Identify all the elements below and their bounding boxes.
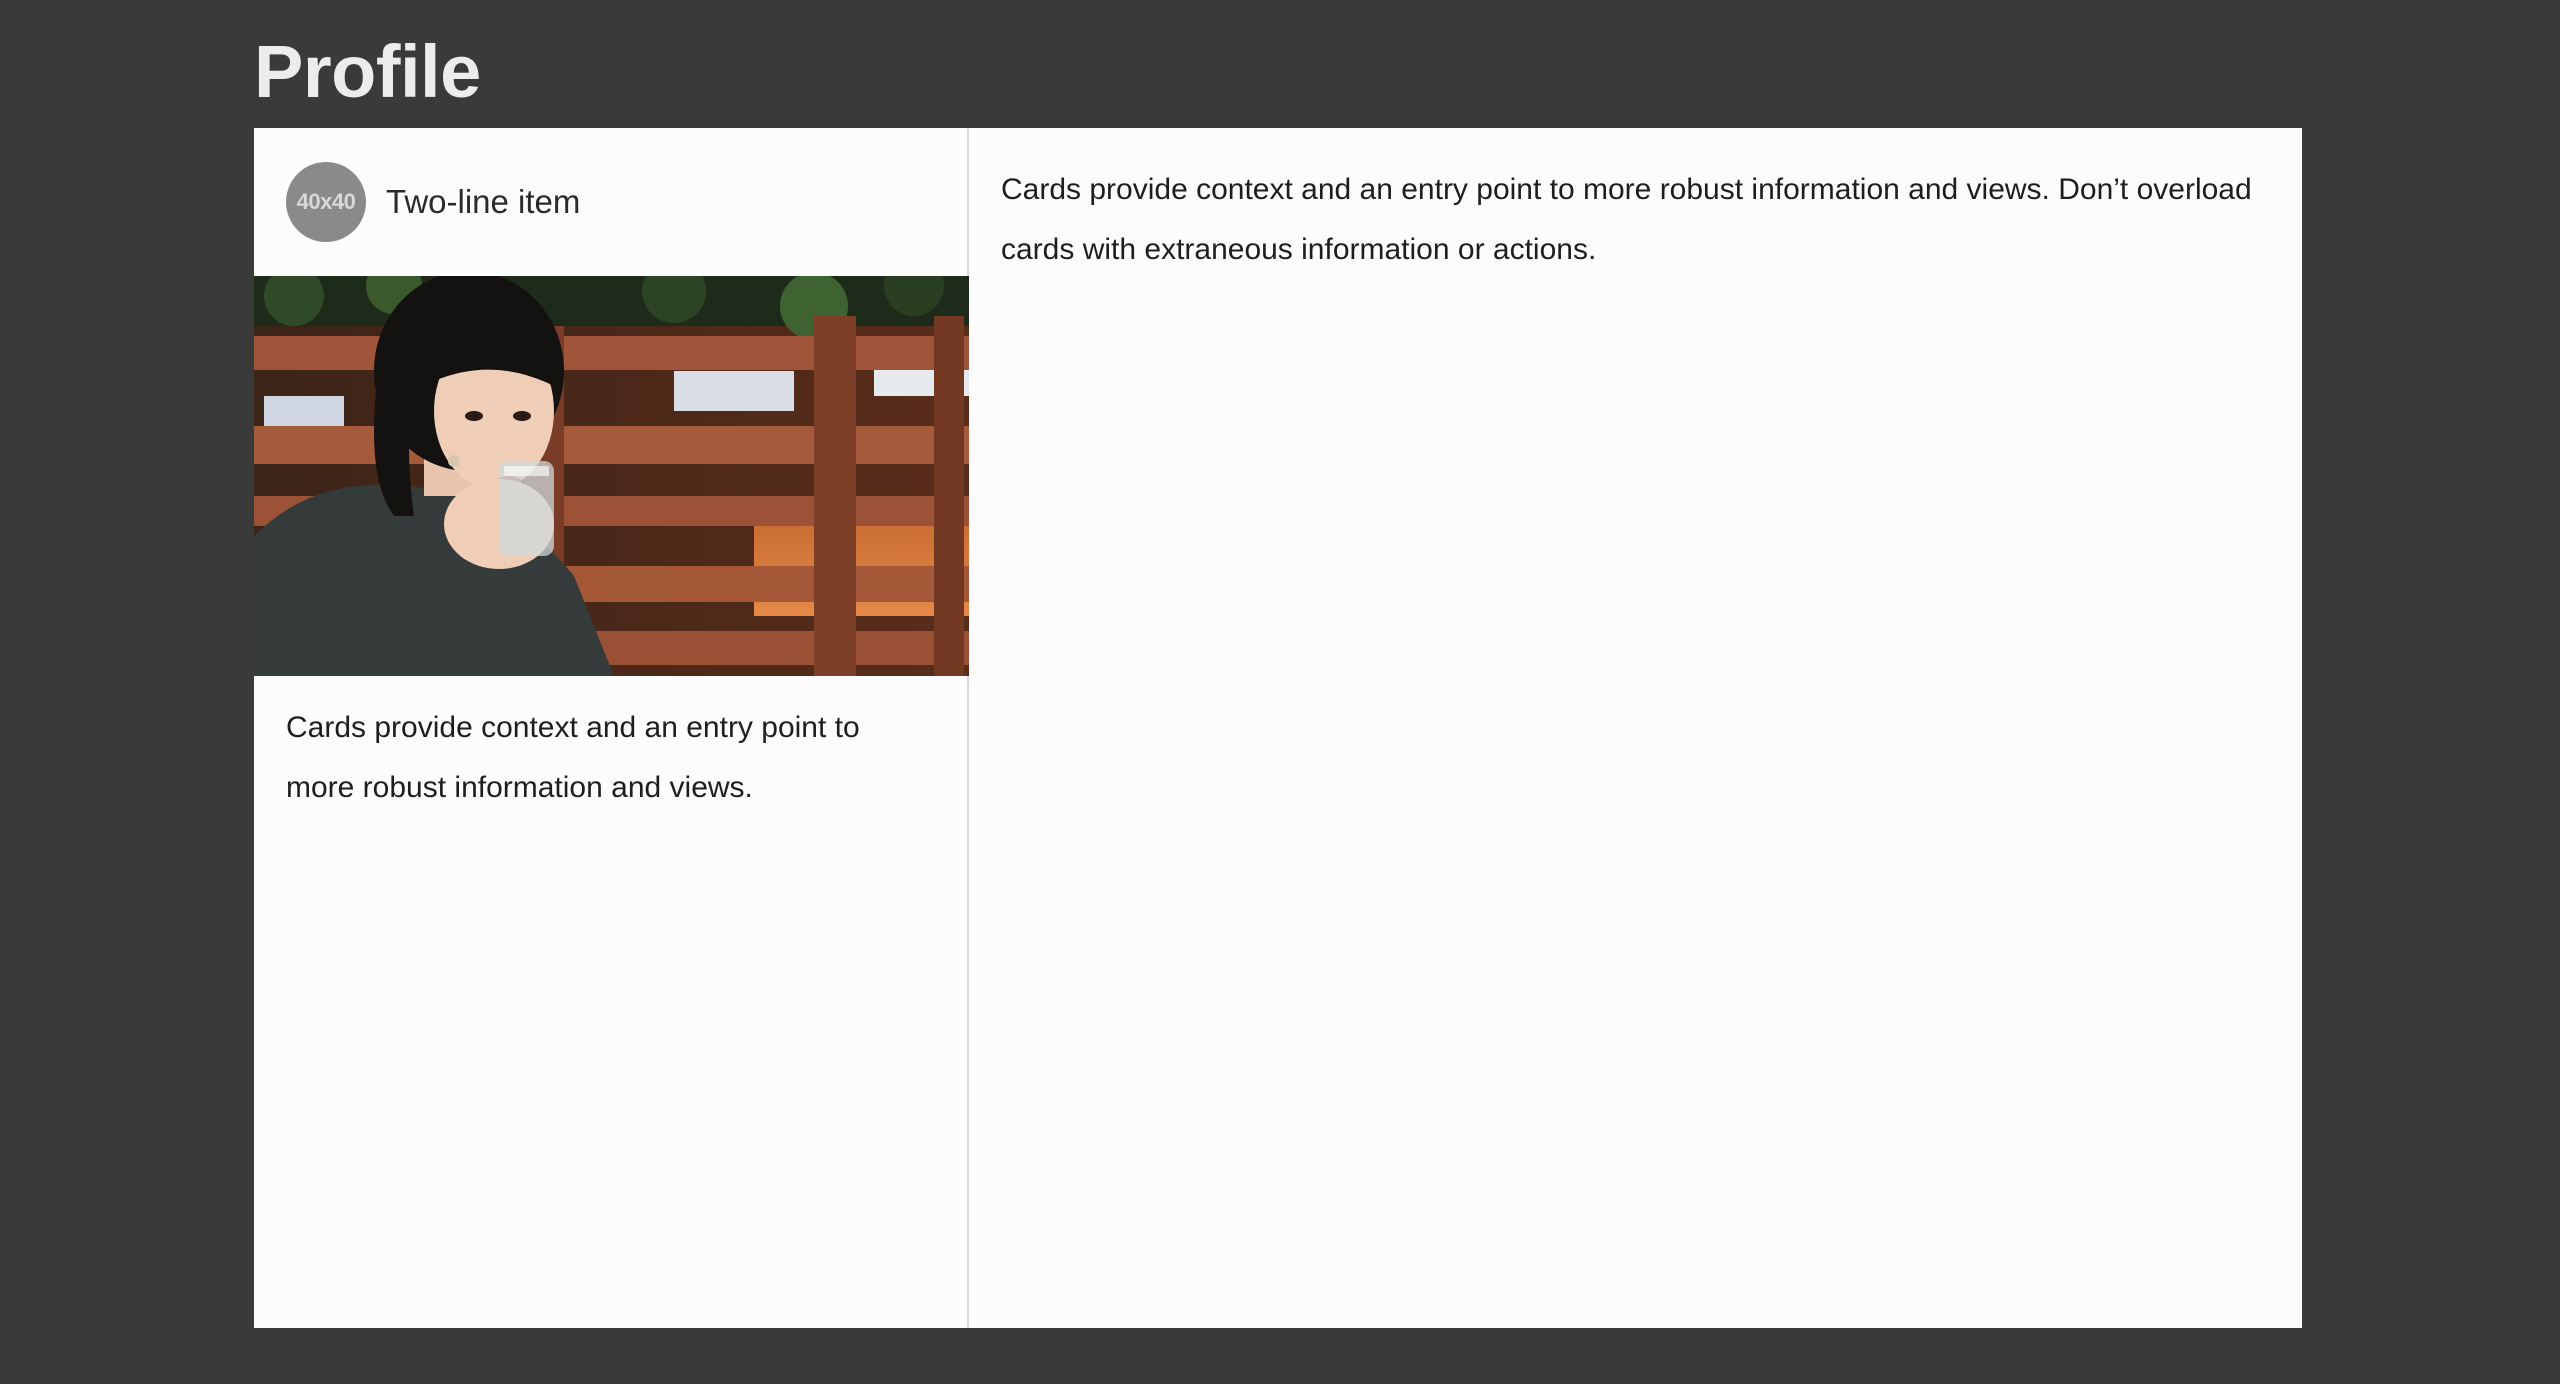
page: Profile 40x40 Two-line item Cards provid…	[0, 0, 2560, 1384]
card-supporting-text: Cards provide context and an entry point…	[286, 711, 860, 804]
avatar: 40x40	[286, 162, 366, 242]
list-item[interactable]: 40x40 Two-line item	[286, 162, 580, 242]
avatar-placeholder-text: 40x40	[296, 189, 356, 214]
profile-card: 40x40 Two-line item Cards provide contex…	[254, 128, 969, 1328]
info-card: Cards provide context and an entry point…	[969, 128, 2302, 1328]
card-media-image	[254, 276, 969, 676]
list-item-label: Two-line item	[386, 183, 581, 220]
card-group: 40x40 Two-line item Cards provide contex…	[254, 128, 2302, 1328]
page-title: Profile	[254, 30, 481, 113]
card-supporting-text: Cards provide context and an entry point…	[1001, 173, 2252, 266]
photo-illustration	[254, 276, 969, 676]
